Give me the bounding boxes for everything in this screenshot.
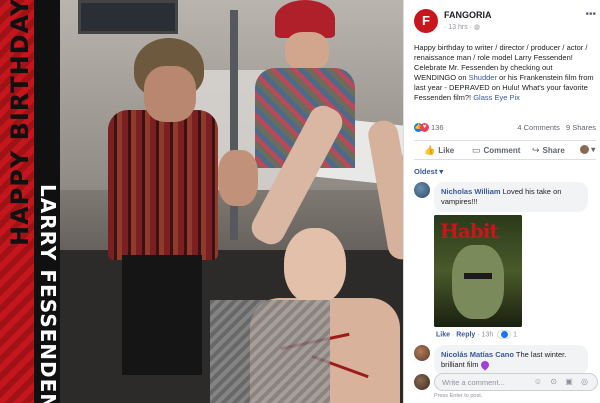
comment-meta: Like · Reply · 13h 1: [436, 330, 518, 339]
comment-like-link[interactable]: Like: [436, 331, 450, 338]
shudder-link[interactable]: Shudder: [469, 73, 497, 82]
glass-eye-pix-link[interactable]: Glass Eye Pix: [473, 93, 520, 102]
comment-bubble: Nicolás Matías Cano The last winter. bri…: [434, 345, 588, 375]
happy-birthday-text: HAPPY BIRTHDAY: [6, 0, 34, 246]
comment-placeholder: Write a comment...: [442, 378, 505, 387]
post-timestamp[interactable]: · 13 hrs · ◍: [444, 23, 480, 31]
purple-heart-icon: [478, 359, 491, 371]
post-stats: 👍♥ 136 4 Comments 9 Shares: [414, 122, 596, 136]
larry-fessenden-text: LARRY FESSENDEN: [36, 184, 60, 403]
monitor: [78, 0, 178, 34]
shares-count-link[interactable]: 9 Shares: [566, 123, 596, 132]
comment-reply-link[interactable]: Reply: [456, 331, 475, 338]
speech-bubble-icon: ▭: [472, 145, 481, 155]
post-actions-bar: 👍 Like ▭ Comment ↪ Share ▾: [414, 140, 596, 160]
like-button[interactable]: 👍 Like: [424, 145, 454, 156]
composer-emoji-icons[interactable]: ☺ ⊙ ▣ ◎: [534, 377, 591, 386]
comment-bubble: Nicholas William Loved his take on vampi…: [434, 182, 588, 212]
director-figure: [100, 30, 258, 375]
comment-composer: Write a comment... ☺ ⊙ ▣ ◎: [414, 373, 598, 391]
share-button[interactable]: ↪ Share: [532, 145, 565, 156]
post-text: Happy birthday to writer / director / pr…: [414, 43, 594, 102]
reactions-summary[interactable]: 👍♥ 136: [414, 122, 444, 132]
page-name-link[interactable]: FANGORIA: [444, 10, 492, 20]
facebook-post-panel: F FANGORIA · 13 hrs · ◍ ••• Happy birthd…: [403, 0, 600, 403]
user-avatar: [580, 145, 589, 155]
press-enter-hint: Press Enter to post.: [434, 393, 483, 399]
comment-time[interactable]: 13h: [482, 331, 494, 338]
share-arrow-icon: ↪: [532, 145, 540, 155]
more-options-icon[interactable]: •••: [585, 9, 596, 20]
commenter-name-link[interactable]: Nicholas William: [441, 187, 501, 196]
commenter-avatar[interactable]: [414, 345, 430, 361]
post-photo[interactable]: HAPPY BIRTHDAY LARRY FESSENDEN: [0, 0, 403, 403]
comment-reaction-badge[interactable]: [497, 330, 512, 339]
thumbs-up-icon: 👍: [424, 145, 436, 155]
post-header: F FANGORIA · 13 hrs · ◍ •••: [414, 9, 596, 37]
film-set-scene: [60, 0, 403, 403]
comment-sort-dropdown[interactable]: Oldest ▾: [414, 167, 443, 176]
comment-gif-image[interactable]: Habit: [434, 215, 522, 327]
commenter-avatar[interactable]: [414, 182, 430, 198]
chevron-down-icon: ▾: [591, 145, 596, 154]
love-reaction-icon: ♥: [420, 122, 429, 132]
comment-button[interactable]: ▭ Comment: [472, 145, 520, 156]
commenter-name-link[interactable]: Nicolás Matías Cano: [441, 350, 514, 359]
comment-input[interactable]: Write a comment... ☺ ⊙ ▣ ◎: [434, 373, 598, 391]
post-as-selector[interactable]: ▾: [580, 145, 596, 155]
globe-icon: ◍: [473, 24, 481, 31]
comments-count-link[interactable]: 4 Comments: [517, 123, 560, 132]
gif-title-text: Habit: [440, 219, 499, 243]
current-user-avatar: [414, 374, 430, 390]
fangoria-logo-icon: F: [422, 13, 430, 28]
